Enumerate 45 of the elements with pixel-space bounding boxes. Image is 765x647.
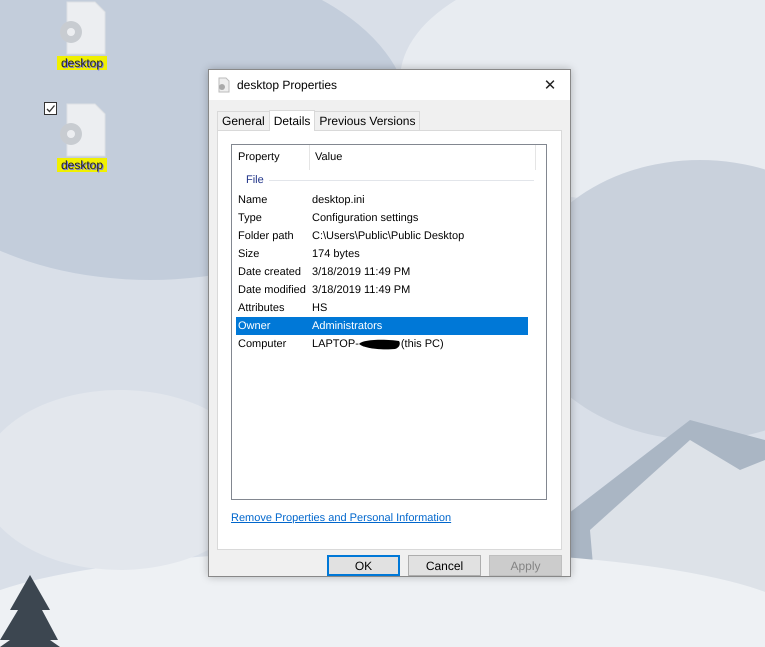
table-row[interactable]: Attributes HS: [236, 299, 528, 317]
table-row[interactable]: Date created 3/18/2019 11:49 PM: [236, 263, 528, 281]
table-cell-text: Date created: [237, 266, 302, 278]
dialog-button[interactable]: Cancel: [408, 555, 481, 576]
table-cell: C:\Users\Public\Public Desktop: [312, 230, 464, 242]
table-cell: desktop.ini: [312, 194, 365, 206]
table-cell-text: Size: [237, 248, 260, 260]
close-button[interactable]: ✕: [530, 70, 570, 100]
table-row[interactable]: Date modified 3/18/2019 11:49 PM: [236, 281, 528, 299]
table-cell-text: Folder path: [237, 230, 295, 242]
dialog-button[interactable]: OK: [327, 555, 400, 576]
window-title: desktop Properties: [237, 78, 338, 92]
table-cell: HS: [312, 302, 328, 314]
table-row[interactable]: Owner Administrators: [236, 317, 528, 335]
tab[interactable]: General: [217, 111, 270, 130]
table-cell: LAPTOP-: [312, 338, 359, 350]
table-row[interactable]: Folder path C:\Users\Public\Public Desktop: [236, 227, 528, 245]
settings-file-icon: [57, 0, 107, 56]
table-cell: Configuration settings: [312, 212, 418, 224]
table-cell: (this PC): [400, 338, 444, 350]
table-cell: 3/18/2019 11:49 PM: [312, 284, 410, 296]
settings-file-icon: [57, 102, 107, 158]
tab[interactable]: Previous Versions: [314, 111, 420, 130]
link[interactable]: Remove Properties and Personal Information: [231, 512, 452, 524]
table-cell-text: Computer: [237, 338, 288, 350]
checkbox[interactable]: [44, 102, 57, 115]
table-cell-text: Type: [237, 212, 263, 224]
table-cell: 3/18/2019 11:49 PM: [312, 266, 410, 278]
group-header: File: [246, 174, 264, 186]
table-row[interactable]: Name desktop.ini: [236, 191, 528, 209]
table-cell-text: Attributes: [237, 302, 286, 314]
table-row[interactable]: Type Configuration settings: [236, 209, 528, 227]
icon-label[interactable]: desktop: [56, 56, 108, 70]
table-cell-text: Owner: [237, 320, 272, 332]
table-row[interactable]: Computer LAPTOP- (this PC): [236, 335, 528, 353]
tab[interactable]: Details: [268, 110, 316, 131]
table-cell: Administrators: [312, 320, 382, 332]
icon-label[interactable]: desktop: [56, 158, 108, 172]
table-cell: 174 bytes: [312, 248, 360, 260]
column-header[interactable]: Value: [310, 145, 536, 170]
column-header[interactable]: Property: [236, 145, 310, 170]
file-icon: [218, 77, 230, 93]
table-row[interactable]: Size 174 bytes: [236, 245, 528, 263]
table-cell-text: Name: [237, 194, 268, 206]
table-cell-text: Date modified: [237, 284, 307, 296]
